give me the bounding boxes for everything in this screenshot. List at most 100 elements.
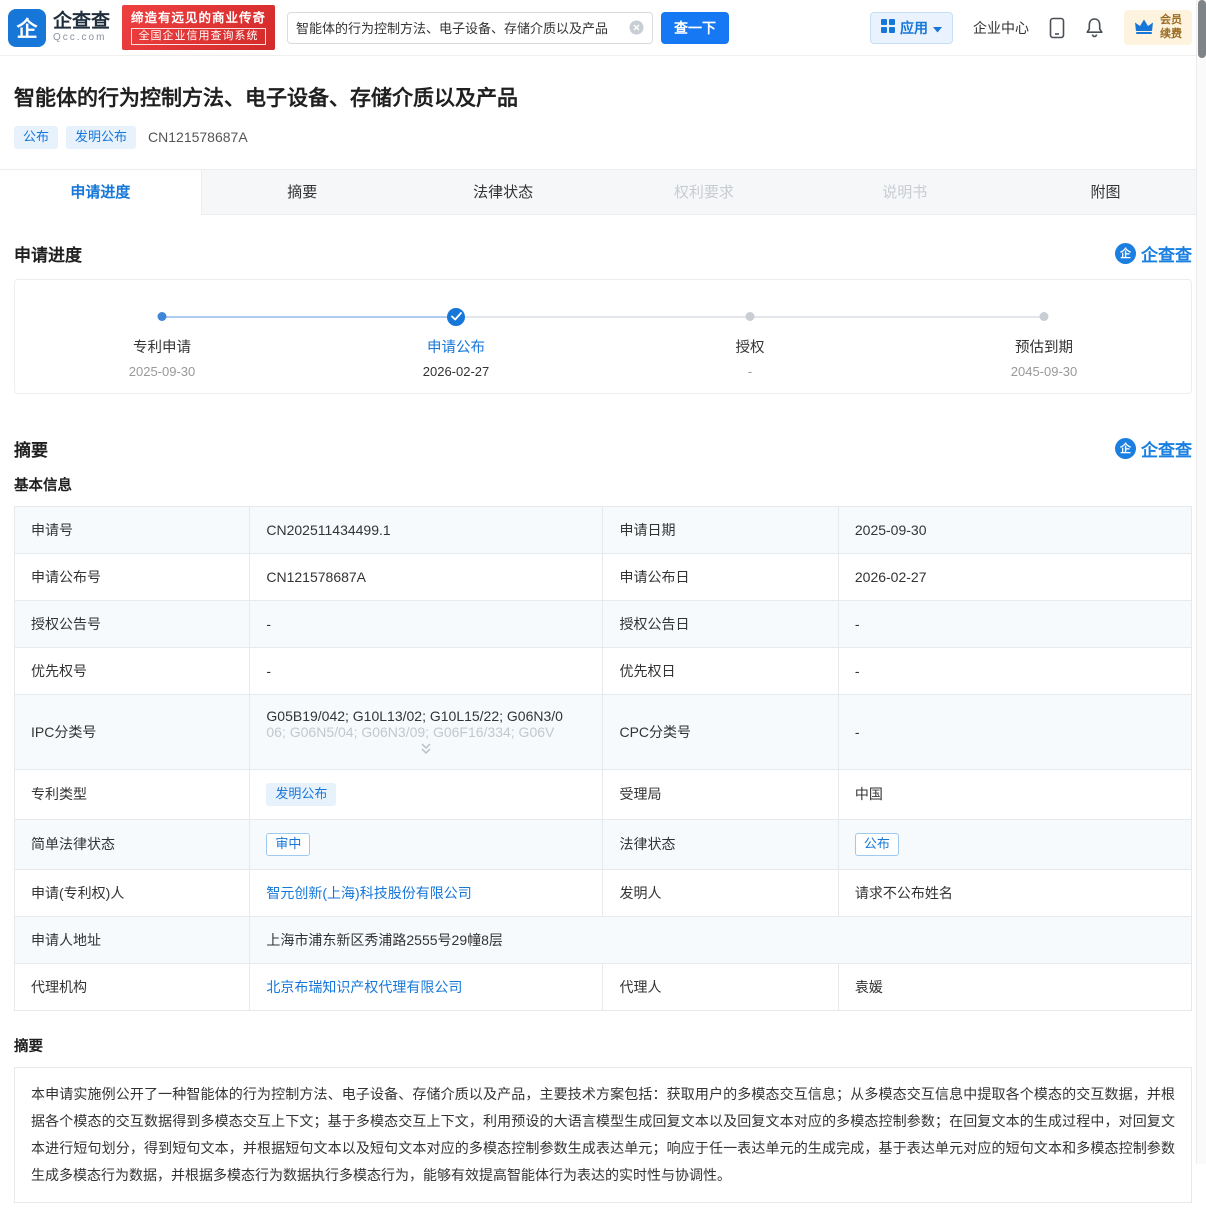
field-label: 申请日期	[603, 506, 838, 553]
field-label: 优先权号	[15, 647, 250, 694]
tab-legal-status[interactable]: 法律状态	[403, 170, 604, 214]
field-label: 法律状态	[603, 819, 838, 869]
progress-section-title: 申请进度	[14, 241, 82, 266]
agency-link[interactable]: 北京布瑞知识产权代理有限公司	[266, 979, 462, 995]
table-row: 优先权号 - 优先权日 -	[15, 647, 1192, 694]
field-value: 上海市浦东新区秀浦路2555号29幢8层	[250, 916, 1192, 963]
qcc-watermark: 企 企查查	[1115, 241, 1192, 266]
timeline-step-publication: 申请公布 2026-02-27	[309, 280, 603, 393]
check-icon	[447, 308, 465, 326]
field-value: 公布	[838, 819, 1191, 869]
slogan-line2: 全国企业信用查询系统	[131, 28, 266, 44]
search-button[interactable]: 查一下	[661, 12, 729, 44]
tab-claims: 权利要求	[603, 170, 804, 214]
field-value-ipc: G05B19/042; G10L13/02; G10L15/22; G06N3/…	[250, 694, 603, 769]
top-nav: 应用 企业中心 会员 续费	[870, 10, 1192, 46]
page-scrollbar[interactable]	[1196, 0, 1206, 1164]
qcc-watermark-icon: 企	[1115, 243, 1136, 264]
step-label: 预估到期	[897, 336, 1191, 357]
patent-title-block: 智能体的行为控制方法、电子设备、存储介质以及产品 公布 发明公布 CN12157…	[0, 56, 1206, 169]
field-value: -	[250, 600, 603, 647]
qcc-logo-icon: 企	[8, 9, 46, 47]
step-label: 专利申请	[15, 336, 309, 357]
slogan-line1: 缔造有远见的商业传奇	[131, 10, 266, 26]
tab-figures[interactable]: 附图	[1005, 170, 1206, 214]
field-label: 申请(专利权)人	[15, 869, 250, 916]
scrollbar-thumb[interactable]	[1198, 0, 1206, 58]
timeline-step-filing: 专利申请 2025-09-30	[15, 280, 309, 393]
expand-chevron-icon[interactable]	[266, 742, 586, 756]
table-row: 申请号 CN202511434499.1 申请日期 2025-09-30	[15, 506, 1192, 553]
patent-type-tag: 发明公布	[66, 126, 136, 149]
enterprise-center-link[interactable]: 企业中心	[973, 18, 1029, 38]
bell-icon[interactable]	[1085, 17, 1104, 38]
basic-info-title: 基本信息	[14, 474, 1192, 495]
applicant-link[interactable]: 智元创新(上海)科技股份有限公司	[266, 885, 471, 901]
search-input[interactable]	[296, 20, 629, 35]
brand-name: 企查查	[53, 12, 110, 33]
field-value: 2025-09-30	[838, 506, 1191, 553]
step-dot	[1040, 312, 1049, 321]
abstract-text: 本申请实施例公开了一种智能体的行为控制方法、电子设备、存储介质以及产品，主要技术…	[14, 1067, 1192, 1203]
step-dot	[158, 312, 167, 321]
patent-number: CN121578687A	[148, 129, 248, 145]
apps-dropdown[interactable]: 应用	[870, 12, 953, 44]
timeline-step-grant: 授权 -	[603, 280, 897, 393]
table-row: 申请(专利权)人 智元创新(上海)科技股份有限公司 发明人 请求不公布姓名	[15, 869, 1192, 916]
search-bar: 查一下	[287, 12, 729, 44]
table-row: 申请人地址 上海市浦东新区秀浦路2555号29幢8层	[15, 916, 1192, 963]
apps-label: 应用	[900, 18, 928, 38]
step-date: -	[603, 364, 897, 379]
qcc-watermark-icon: 企	[1115, 438, 1136, 459]
basic-info-table: 申请号 CN202511434499.1 申请日期 2025-09-30 申请公…	[14, 506, 1192, 1011]
field-value: 北京布瑞知识产权代理有限公司	[250, 963, 603, 1010]
field-label: 代理机构	[15, 963, 250, 1010]
member-renew-button[interactable]: 会员 续费	[1124, 10, 1192, 46]
field-value: 中国	[838, 769, 1191, 819]
field-value: -	[838, 694, 1191, 769]
field-label: 授权公告日	[603, 600, 838, 647]
clear-search-icon[interactable]	[629, 20, 644, 35]
top-bar: 企 企查查 Qcc.com 缔造有远见的商业传奇 全国企业信用查询系统 查一下 …	[0, 0, 1206, 56]
field-value: 智元创新(上海)科技股份有限公司	[250, 869, 603, 916]
field-label: 受理局	[603, 769, 838, 819]
field-value: CN121578687A	[250, 553, 603, 600]
field-label: CPC分类号	[603, 694, 838, 769]
tab-description: 说明书	[804, 170, 1005, 214]
field-value: -	[250, 647, 603, 694]
field-value: 请求不公布姓名	[838, 869, 1191, 916]
field-value: 2026-02-27	[838, 553, 1191, 600]
simple-legal-status-tag: 审中	[266, 833, 310, 856]
field-label: IPC分类号	[15, 694, 250, 769]
tab-abstract[interactable]: 摘要	[202, 170, 403, 214]
title-meta: 公布 发明公布 CN121578687A	[14, 126, 1192, 149]
application-progress-timeline: 专利申请 2025-09-30 申请公布 2026-02-27 授权 - 预估到…	[14, 279, 1192, 394]
patent-type-tag: 发明公布	[266, 783, 336, 806]
abstract-title: 摘要	[14, 1035, 1192, 1056]
brand-domain: Qcc.com	[53, 32, 110, 43]
grid-icon	[881, 19, 895, 36]
crown-icon	[1134, 18, 1154, 38]
tab-application-progress[interactable]: 申请进度	[0, 170, 202, 215]
field-label: 申请公布日	[603, 553, 838, 600]
main-content: 申请进度 企 企查查 专利申请 2025-09-30 申请公布 2026-02-…	[0, 241, 1206, 1203]
field-value: 发明公布	[250, 769, 603, 819]
ipc-line1: G05B19/042; G10L13/02; G10L15/22; G06N3/…	[266, 708, 586, 724]
member-label-line1: 会员	[1160, 14, 1182, 28]
field-label: 授权公告号	[15, 600, 250, 647]
field-label: 发明人	[603, 869, 838, 916]
field-value: -	[838, 600, 1191, 647]
step-dot	[746, 312, 755, 321]
mobile-app-icon[interactable]	[1049, 17, 1065, 39]
qcc-logo[interactable]: 企 企查查 Qcc.com	[8, 9, 110, 47]
step-date: 2026-02-27	[309, 364, 603, 379]
timeline-step-expiry: 预估到期 2045-09-30	[897, 280, 1191, 393]
field-label: 申请号	[15, 506, 250, 553]
search-box[interactable]	[287, 12, 653, 44]
table-row: 简单法律状态 审中 法律状态 公布	[15, 819, 1192, 869]
field-value: CN202511434499.1	[250, 506, 603, 553]
publish-status-tag: 公布	[14, 126, 58, 149]
summary-section-title: 摘要	[14, 436, 48, 461]
table-row: 专利类型 发明公布 受理局 中国	[15, 769, 1192, 819]
field-label: 申请人地址	[15, 916, 250, 963]
